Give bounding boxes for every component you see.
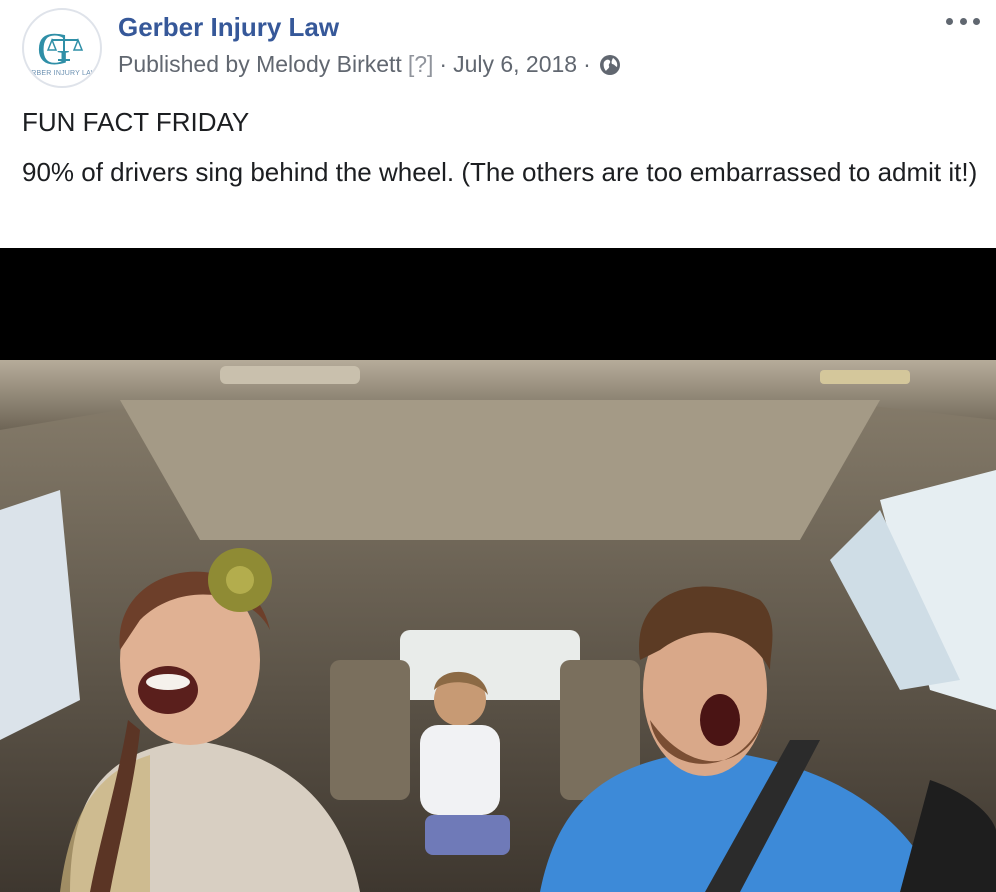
video-frame xyxy=(0,360,996,892)
car-singing-illustration xyxy=(0,360,996,892)
globe-icon[interactable] xyxy=(599,54,621,76)
meta-separator: · xyxy=(583,51,591,77)
post-text: FUN FACT FRIDAY 90% of drivers sing behi… xyxy=(22,104,982,190)
page-name-link[interactable]: Gerber Injury Law xyxy=(118,12,339,43)
logo-caption: ERBER INJURY LAW xyxy=(26,70,98,77)
logo-letter: G xyxy=(37,23,70,74)
more-options-icon[interactable] xyxy=(946,10,980,32)
meta-separator: · xyxy=(439,51,448,77)
post-heading: FUN FACT FRIDAY xyxy=(22,107,250,137)
post-date-link[interactable]: July 6, 2018 xyxy=(453,51,577,78)
post-meta: Published by Melody Birkett [?] · July 6… xyxy=(118,51,621,78)
page-avatar[interactable]: G ERBER INJURY LAW xyxy=(22,8,102,88)
post-fact: 90% of drivers sing behind the wheel. (T… xyxy=(22,157,978,187)
video-player[interactable] xyxy=(0,248,996,892)
post-header: G ERBER INJURY LAW Gerber Injury Law Pub… xyxy=(0,0,996,90)
unknown-marker[interactable]: [?] xyxy=(408,51,434,78)
publisher-label[interactable]: Published by Melody Birkett xyxy=(118,51,402,78)
